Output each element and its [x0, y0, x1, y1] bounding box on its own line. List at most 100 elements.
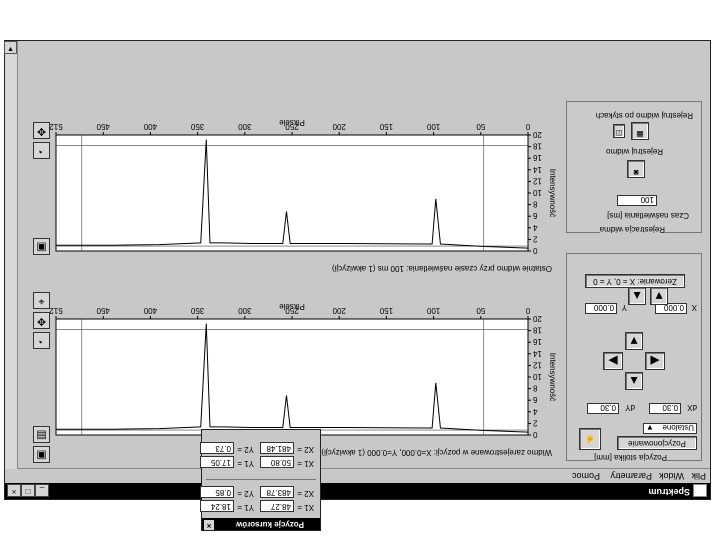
cursor-label: Y2 = — [237, 445, 254, 454]
y-tick-label: 6 — [532, 395, 537, 404]
x-tick-label: 400 — [143, 306, 157, 315]
vertical-scrollbar[interactable]: ▼ — [4, 41, 18, 469]
y-tick-label: 14 — [532, 349, 541, 358]
cursor-value: 0.73 — [200, 442, 234, 454]
y-tick-label: 12 — [532, 176, 541, 185]
arrow-right-icon[interactable]: ▶ — [603, 352, 623, 370]
cursor-label: X2 = — [297, 489, 314, 498]
cursor-value: 483.78 — [260, 486, 294, 498]
x-tick-label: 200 — [332, 122, 346, 131]
bottom-chart: 0501001502002503003504004505120246810121… — [50, 303, 557, 439]
zero-button[interactable]: Zerowanie: X = 0, Y = 0 — [585, 274, 685, 288]
cursor-icon[interactable]: ⌖ — [33, 292, 50, 309]
y-tick-label: 20 — [532, 130, 541, 139]
exposure-input[interactable]: 100 — [617, 195, 657, 206]
menu-pomoc[interactable]: Pomoc — [572, 471, 600, 481]
menu-bar: Plik Widok Parametry Pomoc — [5, 468, 710, 483]
cursor-value: 48.27 — [260, 500, 294, 512]
y-tick-label: 14 — [532, 165, 541, 174]
y-label: Y — [621, 303, 627, 312]
y-tick-label: 20 — [532, 314, 541, 323]
x-tick-label: 350 — [190, 122, 204, 131]
x-tick-label: 100 — [426, 122, 440, 131]
zoom-icon-2[interactable]: ◔ — [33, 142, 50, 159]
title-bar: Spektrum _ □ × — [5, 483, 710, 499]
save-label: Rejestruj widmo po stykach — [595, 111, 693, 120]
x-tick-label: 100 — [426, 306, 440, 315]
window-title: Spektrum — [648, 487, 690, 497]
mode-select-value: Ustalone — [662, 423, 694, 432]
close-icon[interactable]: × — [204, 520, 214, 530]
app-icon — [693, 484, 707, 497]
dy-input[interactable]: 0.30 — [587, 403, 619, 414]
toggle-icon[interactable]: ◫ — [613, 124, 625, 138]
x-label: X — [691, 303, 697, 312]
x-tick-label: 150 — [379, 122, 393, 131]
x-axis-label: Piksele — [279, 303, 305, 311]
register-label: Rejestruj widmo — [606, 147, 663, 156]
top-chart-caption: Ostatnie widmo przy czasie naświetlania:… — [331, 264, 552, 273]
menu-widok[interactable]: Widok — [659, 471, 684, 481]
top-chart: 0501001502002503003504004505120246810121… — [50, 119, 557, 255]
y-tick-label: 8 — [532, 200, 537, 209]
y-tick-label: 18 — [532, 142, 541, 151]
minimize-button[interactable]: _ — [35, 484, 49, 497]
close-button[interactable]: × — [7, 484, 21, 497]
y-tick-label: 0 — [532, 430, 537, 439]
move-icon-2[interactable]: ✥ — [33, 122, 50, 139]
triangle-down-icon[interactable]: ▼ — [650, 287, 668, 305]
camera-group-title: Rejestracja widma — [599, 225, 665, 234]
y-tick-label: 10 — [532, 188, 541, 197]
x-tick-label: 150 — [379, 306, 393, 315]
y-tick-label: 8 — [532, 384, 537, 393]
cursor-popup: Pozycje kursorów × X1 = 48.27 Y1 = 18.24 X2 … — [200, 429, 321, 531]
save-icon[interactable]: ▣ — [33, 446, 50, 463]
scroll-down-icon[interactable]: ▼ — [4, 41, 17, 54]
x-tick-label: 512 — [50, 122, 63, 131]
x-axis-label: Piksele — [279, 119, 305, 127]
maximize-button[interactable]: □ — [21, 484, 35, 497]
cursor-label: Y1 = — [237, 459, 254, 468]
camera-group: Rejestracja widma Czas naświetlania [ms]… — [566, 101, 702, 234]
x-tick-label: 450 — [96, 122, 110, 131]
menu-plik[interactable]: Plik — [691, 471, 706, 481]
save-icon-2[interactable]: ▣ — [33, 238, 50, 255]
open-icon[interactable]: ▤ — [33, 426, 50, 443]
dx-input[interactable]: 0.30 — [649, 403, 681, 414]
cursor-value: 18.24 — [200, 500, 234, 512]
x-tick-label: 200 — [332, 306, 346, 315]
arrow-down-icon[interactable]: ▼ — [625, 332, 643, 350]
y-tick-label: 16 — [532, 337, 541, 346]
mode-button[interactable]: Pozycjonowanie — [617, 436, 697, 450]
dx-label: dX — [687, 403, 697, 412]
cursor-label: Y2 = — [237, 489, 254, 498]
y-axis-label: Intensywność — [548, 169, 557, 217]
cursor-label: X1 = — [297, 459, 314, 468]
y-tick-label: 18 — [532, 326, 541, 335]
app-window: Spektrum _ □ × Plik Widok Parametry Pomo… — [4, 40, 711, 500]
triangle-up-icon[interactable]: ▲ — [628, 287, 646, 305]
arrow-left-icon[interactable]: ◀ — [645, 352, 665, 370]
x-tick-label: 300 — [238, 306, 252, 315]
exposure-label: Czas naświetlania [ms] — [607, 211, 689, 220]
zoom-icon[interactable]: ◔ — [33, 332, 50, 349]
arrow-up-icon[interactable]: ▲ — [625, 372, 643, 390]
mode-select[interactable]: Ustalone ▼ — [643, 423, 697, 434]
plot-area — [55, 318, 529, 436]
hand-icon[interactable]: ☝ — [579, 428, 601, 450]
image-icon[interactable]: ▦ — [631, 122, 649, 140]
y-tick-label: 2 — [532, 418, 537, 427]
menu-parametry[interactable]: Parametry — [610, 471, 652, 481]
camera-icon[interactable]: ◙ — [627, 160, 645, 178]
x-tick-label: 400 — [143, 122, 157, 131]
cursor-value: 481.48 — [260, 442, 294, 454]
x-tick-label: 300 — [238, 122, 252, 131]
x-tick-label: 50 — [476, 122, 485, 131]
x-tick-label: 0 — [525, 122, 530, 131]
move-icon[interactable]: ✥ — [33, 312, 50, 329]
rotated-screen: Spektrum _ □ × Plik Widok Parametry Pomo… — [0, 0, 717, 538]
bottom-chart-caption: Widmo zarejestrowane w pozycji: X=0.000,… — [321, 448, 552, 457]
y-tick-label: 2 — [532, 234, 537, 243]
chevron-down-icon: ▼ — [646, 423, 654, 432]
y-axis-label: Intensywność — [548, 353, 557, 401]
